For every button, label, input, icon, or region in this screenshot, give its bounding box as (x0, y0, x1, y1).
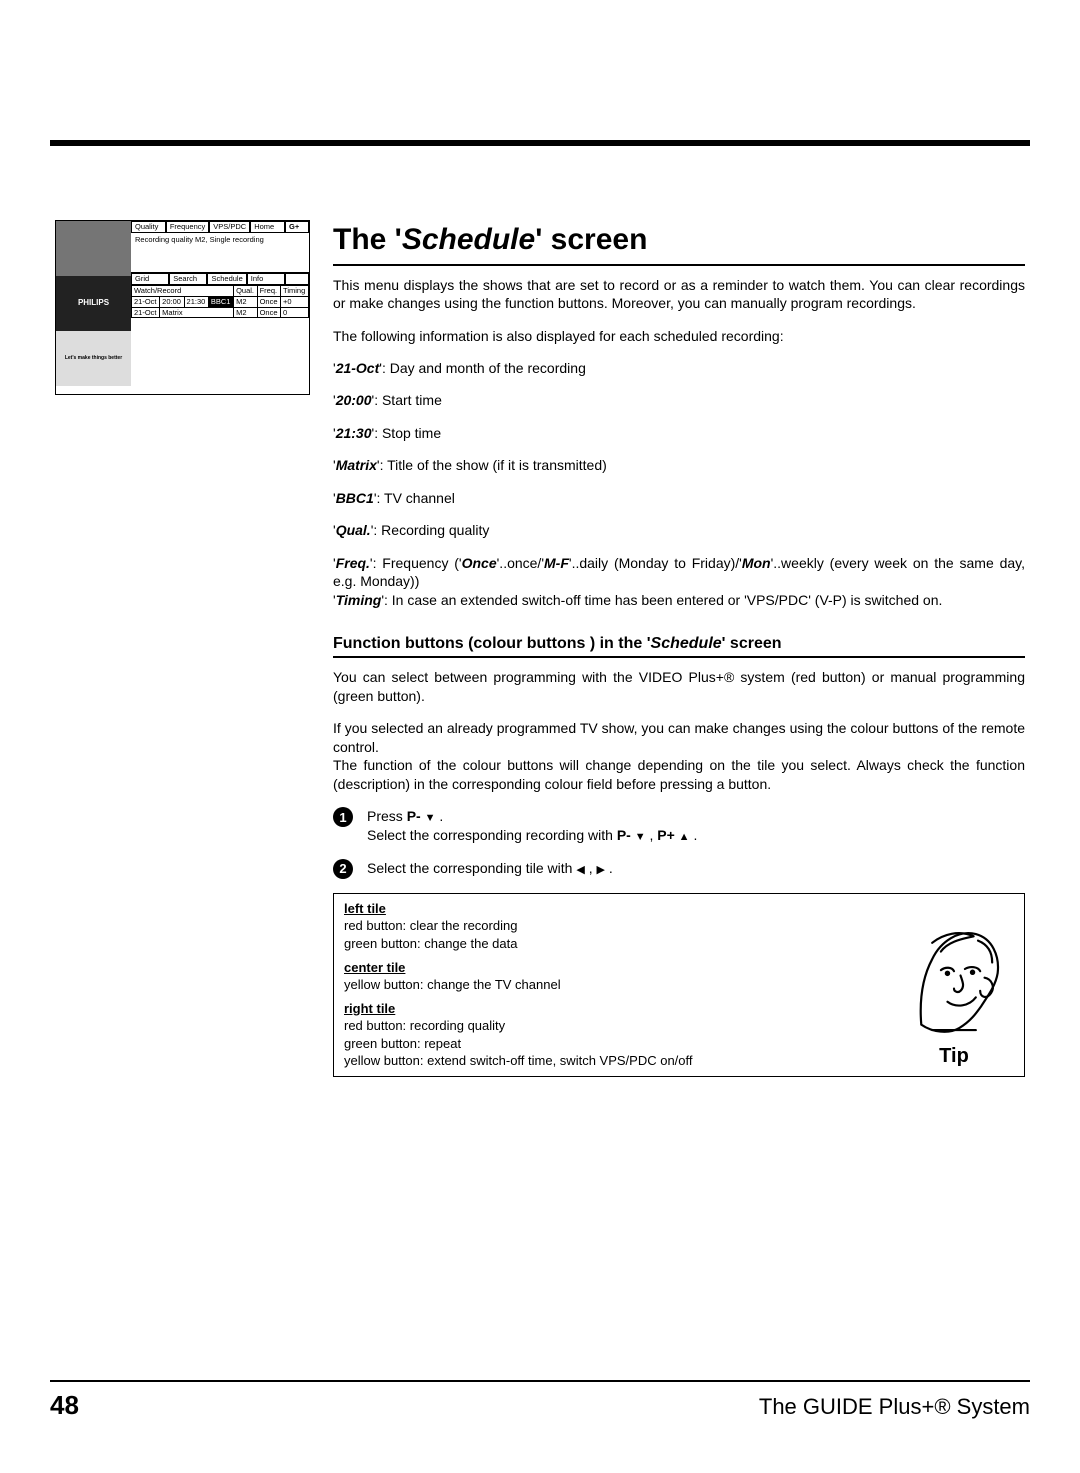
down-triangle-icon: ▼ (635, 830, 646, 845)
system-name: The GUIDE Plus+® System (759, 1394, 1030, 1420)
def-timing: 'Timing': In case an extended switch-off… (333, 591, 1025, 609)
def-title: 'Matrix': Title of the show (if it is tr… (333, 456, 1025, 474)
def-day: '21-Oct': Day and month of the recording (333, 359, 1025, 377)
cell-title2: Matrix (160, 307, 234, 318)
tab-quality: Quality (131, 221, 166, 232)
section-title: The 'Schedule' screen (333, 220, 1025, 260)
cell-qual2: M2 (234, 307, 257, 318)
tip-l3b: green button: repeat (344, 1035, 884, 1053)
tip-l1b: green button: change the data (344, 935, 884, 953)
hdr-freq: Freq. (257, 285, 280, 296)
tip-l3a: red button: recording quality (344, 1017, 884, 1035)
cell-date2: 21-Oct (132, 307, 160, 318)
up-triangle-icon: ▲ (679, 830, 690, 845)
cell-timing: +0 (281, 296, 309, 307)
intro-text: This menu displays the shows that are se… (333, 276, 1025, 313)
tab-grid: Grid (131, 273, 169, 284)
cell-channel: BBC1 (208, 296, 233, 307)
schedule-screen-mock: PHILIPS Let's make things better Quality… (55, 220, 310, 395)
page-number: 48 (50, 1390, 79, 1421)
step-2-text: Select the corresponding tile with ◀ , ▶… (367, 859, 1025, 879)
hdr-timing: Timing (281, 285, 309, 296)
para2: You can select between programming with … (333, 668, 1025, 705)
def-start: '20:00': Start time (333, 391, 1025, 409)
tab-vps-pdc: VPS/PDC (209, 221, 250, 232)
top-tabs: Quality Frequency VPS/PDC Home G+ (131, 221, 309, 233)
message-bar: Recording quality M2, Single recording (131, 233, 309, 273)
right-triangle-icon: ▶ (596, 863, 604, 878)
tab-schedule: Schedule (207, 273, 246, 284)
cell-qual: M2 (234, 296, 257, 307)
preview-image (56, 221, 131, 276)
def-channel: 'BBC1': TV channel (333, 489, 1025, 507)
cell-start: 20:00 (160, 296, 184, 307)
tab-frequency: Frequency (166, 221, 209, 232)
tab-info: Info (247, 273, 285, 284)
cell-timing2: 0 (281, 307, 309, 318)
left-triangle-icon: ◀ (576, 863, 584, 878)
mid-tabs: Grid Search Schedule Info (131, 273, 309, 285)
down-triangle-icon: ▼ (425, 811, 436, 826)
tip-l2a: yellow button: change the TV channel (344, 976, 884, 994)
para4: The function of the colour buttons will … (333, 756, 1025, 793)
brand-slogan: Let's make things better (56, 331, 131, 386)
tip-h1: left tile (344, 901, 386, 916)
cell-date: 21-Oct (132, 296, 160, 307)
tip-l3c: yellow button: extend switch-off time, s… (344, 1052, 884, 1070)
tab-search: Search (169, 273, 207, 284)
tip-l1a: red button: clear the recording (344, 917, 884, 935)
schedule-table: Watch/Record Qual. Freq. Timing 21-Oct 2… (131, 285, 309, 319)
brand-logo: PHILIPS (56, 276, 131, 331)
tip-label: Tip (939, 1043, 969, 1070)
tip-face-icon (899, 921, 1009, 1041)
tab-logo: G+ (285, 221, 309, 232)
cell-stop: 21:30 (184, 296, 208, 307)
step-1-text: Press P- ▼ . Select the corresponding re… (367, 807, 1025, 845)
info-lead: The following information is also displa… (333, 327, 1025, 345)
def-freq: 'Freq.': Frequency ('Once'..once/'M-F'..… (333, 554, 1025, 591)
def-qual: 'Qual.': Recording quality (333, 521, 1025, 539)
page-footer: 48 The GUIDE Plus+® System (50, 1380, 1030, 1421)
step-2-badge: 2 (333, 859, 353, 879)
watch-record-label: Watch/Record (132, 285, 234, 296)
tip-box: left tile red button: clear the recordin… (333, 893, 1025, 1077)
hdr-qual: Qual. (234, 285, 257, 296)
subsection-title: Function buttons (colour buttons ) in th… (333, 633, 1025, 654)
cell-freq: Once (257, 296, 280, 307)
top-rule (50, 140, 1030, 146)
para3: If you selected an already programmed TV… (333, 719, 1025, 756)
cell-freq2: Once (257, 307, 280, 318)
tab-home: Home (250, 221, 285, 232)
tip-h3: right tile (344, 1001, 395, 1016)
tip-h2: center tile (344, 960, 405, 975)
def-stop: '21:30': Stop time (333, 424, 1025, 442)
step-1-badge: 1 (333, 807, 353, 827)
